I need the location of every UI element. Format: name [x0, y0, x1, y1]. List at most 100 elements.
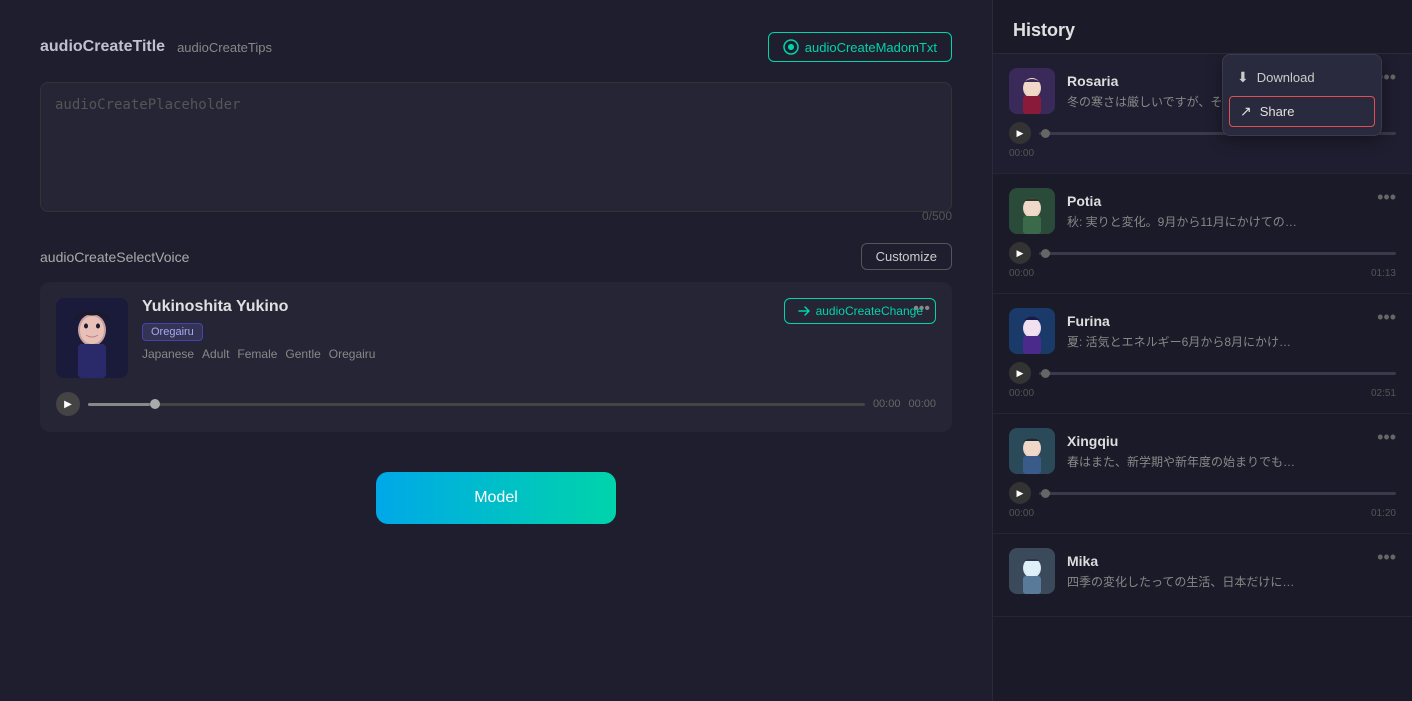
madom-button[interactable]: audioCreateMadomTxt: [768, 32, 952, 62]
rosaria-avatar: [1009, 68, 1055, 114]
voice-progress-bar[interactable]: [88, 403, 865, 406]
history-end-time: 01:13: [1371, 268, 1396, 279]
history-progress-dot: [1041, 249, 1050, 258]
voice-section: audioCreateSelectVoice Customize: [40, 243, 952, 432]
voice-name: Yukinoshita Yukino: [142, 298, 893, 316]
furina-avatar: [1009, 308, 1055, 354]
history-dropdown-menu: ⬇ Download ↗ Share: [1222, 54, 1382, 136]
change-btn-label: audioCreateChange: [816, 304, 923, 318]
customize-button[interactable]: Customize: [861, 243, 952, 270]
history-avatar-img: [1009, 68, 1055, 114]
history-player: ▶: [1009, 362, 1396, 384]
history-info: Potia 秋: 実りと変化。9月から11月にかけての秋は、...: [1067, 193, 1365, 230]
history-item-top: Xingqiu 春はまた、新学期や新年度の始まりでもあります... •••: [1009, 428, 1396, 474]
share-label: Share: [1260, 104, 1295, 119]
text-input[interactable]: [40, 82, 952, 212]
history-progress-dot: [1041, 489, 1050, 498]
mika-avatar: [1009, 548, 1055, 594]
change-icon: [797, 304, 811, 318]
history-info: Furina 夏: 活気とエネルギー6月から8月にかけての夏は...: [1067, 313, 1365, 350]
history-text: 夏: 活気とエネルギー6月から8月にかけての夏は...: [1067, 333, 1297, 350]
history-panel: History Rosaria: [992, 0, 1412, 701]
attr-gender: Female: [237, 347, 277, 361]
history-play-button[interactable]: ▶: [1009, 242, 1031, 264]
voice-audio-player: ▶ 00:00 00:00: [56, 392, 936, 416]
history-avatar-img: [1009, 428, 1055, 474]
attr-style: Gentle: [285, 347, 320, 361]
history-name: Xingqiu: [1067, 433, 1365, 449]
share-menu-item[interactable]: ↗ Share: [1229, 96, 1375, 127]
history-play-time: 00:00: [1009, 268, 1034, 279]
history-time-row: 00:00: [1009, 148, 1396, 159]
history-play-time: 00:00: [1009, 508, 1034, 519]
history-time-row: 00:00 01:13: [1009, 268, 1396, 279]
attr-series: Oregairu: [329, 347, 376, 361]
history-player: ▶: [1009, 242, 1396, 264]
download-icon: ⬇: [1237, 69, 1249, 86]
header-row: audioCreateTitle audioCreateTips audioCr…: [40, 32, 952, 62]
history-item-dots-button[interactable]: •••: [1377, 428, 1396, 446]
history-text: 春はまた、新学期や新年度の始まりでもあります...: [1067, 453, 1297, 470]
history-avatar-mika: [1009, 548, 1055, 594]
title-area: audioCreateTitle audioCreateTips: [40, 38, 272, 56]
history-item: Mika 四季の変化したっての生活、日本だけに限らず地... •••: [993, 534, 1412, 617]
history-text: 四季の変化したっての生活、日本だけに限らず地...: [1067, 573, 1297, 590]
attr-age: Adult: [202, 347, 229, 361]
voice-avatar: [56, 298, 128, 378]
history-item-top: Furina 夏: 活気とエネルギー6月から8月にかけての夏は... •••: [1009, 308, 1396, 354]
history-avatar-img: [1009, 548, 1055, 594]
voice-play-button[interactable]: ▶: [56, 392, 80, 416]
voice-progress-dot: [150, 399, 160, 409]
history-item-dots-button[interactable]: •••: [1377, 548, 1396, 566]
history-progress-bar[interactable]: [1039, 492, 1396, 495]
history-item: Furina 夏: 活気とエネルギー6月から8月にかけての夏は... ••• ▶…: [993, 294, 1412, 414]
voice-card-top: Yukinoshita Yukino Oregairu Japanese Adu…: [56, 298, 936, 378]
history-avatar-xingqiu: [1009, 428, 1055, 474]
tips-label: audioCreateTips: [177, 40, 272, 55]
history-end-time: 01:20: [1371, 508, 1396, 519]
history-avatar-potia: [1009, 188, 1055, 234]
voice-label: audioCreateSelectVoice: [40, 249, 189, 265]
xingqiu-avatar: [1009, 428, 1055, 474]
history-play-button[interactable]: ▶: [1009, 482, 1031, 504]
history-avatar-rosaria: [1009, 68, 1055, 114]
download-menu-item[interactable]: ⬇ Download: [1223, 61, 1381, 94]
page-title: audioCreateTitle: [40, 38, 165, 56]
history-item-dots-button[interactable]: •••: [1377, 188, 1396, 206]
history-item-top: Potia 秋: 実りと変化。9月から11月にかけての秋は、... •••: [1009, 188, 1396, 234]
history-name: Potia: [1067, 193, 1365, 209]
history-item-dots-button[interactable]: •••: [1377, 308, 1396, 326]
potia-avatar: [1009, 188, 1055, 234]
voice-avatar-img: [56, 298, 128, 378]
history-progress-bar[interactable]: [1039, 252, 1396, 255]
history-name: Furina: [1067, 313, 1365, 329]
history-time-row: 00:00 02:51: [1009, 388, 1396, 399]
history-text: 秋: 実りと変化。9月から11月にかけての秋は、...: [1067, 213, 1297, 230]
history-progress-dot: [1041, 129, 1050, 138]
history-title: History: [993, 0, 1412, 54]
history-play-button[interactable]: ▶: [1009, 122, 1031, 144]
history-play-time: 00:00: [1009, 148, 1034, 159]
voice-tag: Oregairu: [142, 323, 203, 341]
history-progress-bar[interactable]: [1039, 372, 1396, 375]
model-button[interactable]: Model: [376, 472, 616, 524]
madom-btn-label: audioCreateMadomTxt: [805, 40, 937, 55]
history-play-time: 00:00: [1009, 388, 1034, 399]
voice-card: Yukinoshita Yukino Oregairu Japanese Adu…: [40, 282, 952, 432]
history-info: Mika 四季の変化したっての生活、日本だけに限らず地...: [1067, 553, 1365, 590]
history-info: Xingqiu 春はまた、新学期や新年度の始まりでもあります...: [1067, 433, 1365, 470]
history-list: Rosaria 冬の寒さは厳しいですが、そ... ••• ▶ 00:00 ⬇: [993, 54, 1412, 701]
history-avatar-furina: [1009, 308, 1055, 354]
history-progress-dot: [1041, 369, 1050, 378]
history-player: ▶: [1009, 482, 1396, 504]
change-voice-button[interactable]: audioCreateChange: [784, 298, 936, 324]
history-avatar-img: [1009, 188, 1055, 234]
history-time-row: 00:00 01:20: [1009, 508, 1396, 519]
history-play-button[interactable]: ▶: [1009, 362, 1031, 384]
history-item-top: Mika 四季の変化したっての生活、日本だけに限らず地... •••: [1009, 548, 1396, 594]
voice-attrs: Japanese Adult Female Gentle Oregairu: [142, 347, 893, 361]
madom-icon: [783, 39, 799, 55]
avatar-illustration: [56, 298, 128, 378]
history-name: Mika: [1067, 553, 1365, 569]
attr-language: Japanese: [142, 347, 194, 361]
